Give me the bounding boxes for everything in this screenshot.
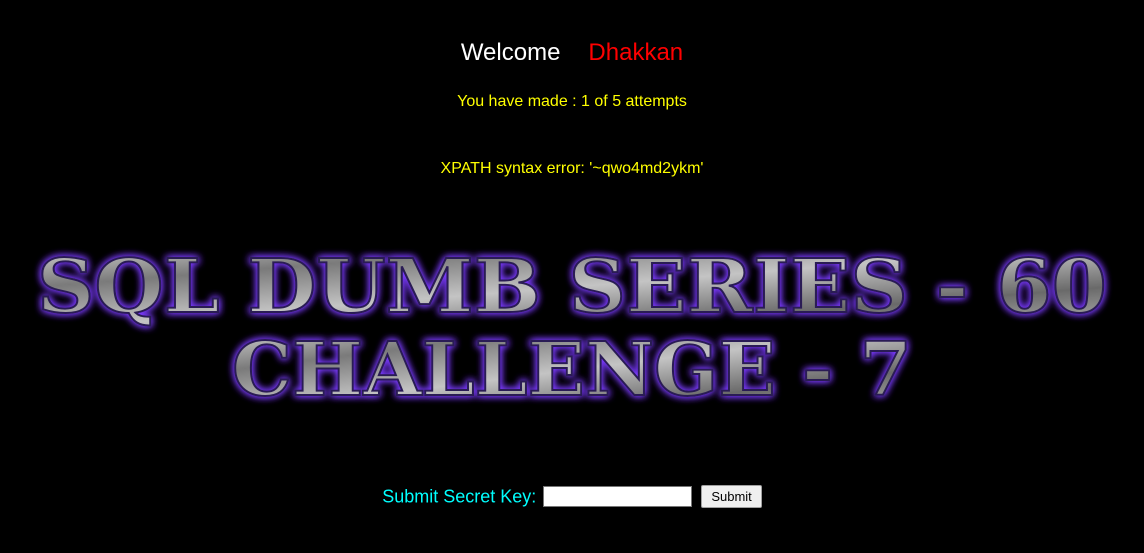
welcome-text: Welcome xyxy=(460,39,561,66)
banner-svg: SQL DUMB SERIES - 60 CHALLENGE - 7 xyxy=(36,243,1108,414)
attempts-counter: You have made : 1 of 5 attempts xyxy=(457,93,687,110)
secret-key-label: Submit Secret Key: xyxy=(382,486,537,507)
username-text: Dhakkan xyxy=(588,39,684,66)
xpath-error-message: XPATH syntax error: '~qwo4md2ykm' xyxy=(440,160,704,177)
banner-line-1: SQL DUMB SERIES - 60 xyxy=(37,244,1107,330)
page: Welcome Dhakkan You have made : 1 of 5 at… xyxy=(0,0,1144,553)
submit-button[interactable]: Submit xyxy=(701,484,762,508)
banner-line-2: CHALLENGE - 7 xyxy=(232,327,912,413)
secret-key-form: Submit Secret Key: Submit xyxy=(0,483,1144,508)
welcome-row: Welcome Dhakkan xyxy=(0,36,1144,70)
challenge-banner-image: SQL DUMB SERIES - 60 CHALLENGE - 7 xyxy=(0,230,1144,430)
secret-key-input[interactable] xyxy=(543,485,693,507)
